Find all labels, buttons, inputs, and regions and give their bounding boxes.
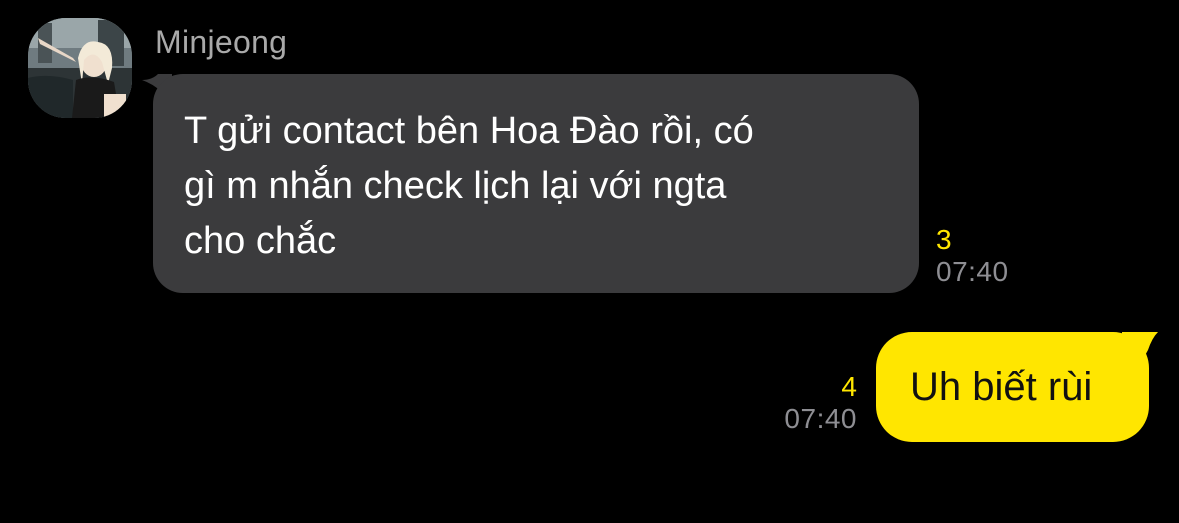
sender-name: Minjeong	[155, 24, 288, 60]
timestamp: 07:40	[784, 403, 857, 434]
message-line: T gửi contact bên Hoa Đào rồi, có	[184, 110, 754, 152]
incoming-message-bubble[interactable]: T gửi contact bên Hoa Đào rồi, có gì m n…	[153, 74, 919, 293]
avatar[interactable]	[28, 18, 132, 118]
unread-count: 3	[936, 224, 952, 255]
incoming-message-meta: 3 07:40	[936, 225, 1009, 289]
profile-photo-icon	[28, 18, 132, 118]
timestamp: 07:40	[936, 256, 1009, 287]
outgoing-bubble-tail	[1122, 332, 1158, 372]
unread-count: 4	[841, 371, 857, 402]
message-line: gì m nhắn check lịch lại với ngta	[184, 165, 727, 207]
message-line: cho chắc	[184, 220, 337, 262]
outgoing-message-meta: 4 07:40	[784, 372, 857, 436]
outgoing-message-bubble[interactable]: Uh biết rùi	[876, 332, 1149, 442]
message-text: Uh biết rùi	[910, 365, 1093, 409]
